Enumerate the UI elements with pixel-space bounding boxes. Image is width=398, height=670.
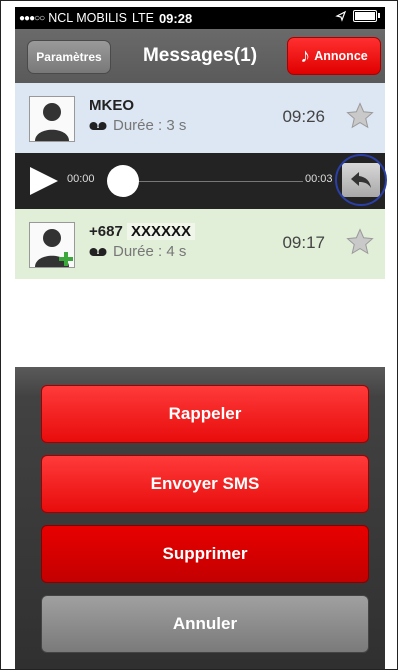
message-duration: Durée : 3 s [89, 117, 186, 134]
message-row-mkeo[interactable]: MKEO Durée : 3 s 09:26 [15, 83, 385, 154]
player-length: 00:03 [305, 173, 333, 185]
add-contact-icon [59, 252, 73, 266]
network-type: LTE [131, 11, 154, 25]
page-title: Messages(1) [142, 45, 258, 66]
player-progress-track[interactable] [115, 181, 303, 182]
carrier-name: NCL MOBILIS [48, 11, 127, 25]
status-time: 09:28 [158, 10, 193, 26]
delete-button[interactable]: Supprimer [41, 525, 369, 583]
message-contact-masked: XXXXXX [126, 223, 195, 240]
cancel-button[interactable]: Annuler [41, 595, 369, 653]
voicemail-icon [89, 247, 107, 256]
battery-icon [353, 10, 380, 22]
star-icon[interactable] [345, 227, 375, 257]
voicemail-icon [89, 121, 107, 130]
contact-silhouette-icon [29, 222, 75, 268]
announce-button[interactable]: ♪ Annonce [287, 37, 381, 75]
phone-screen: ●●●○○ NCL MOBILIS LTE 09:28 Paramètres M… [0, 0, 398, 670]
status-right-icons [335, 10, 380, 22]
message-contact-name: +687 XXXXXX [89, 223, 195, 240]
highlight-circle [335, 154, 387, 206]
player-position: 00:00 [67, 173, 95, 185]
message-contact-name: MKEO [89, 97, 134, 114]
signal-dots-icon: ●●●○○ [19, 12, 45, 24]
play-icon[interactable] [29, 166, 59, 196]
settings-button[interactable]: Paramètres [27, 40, 111, 74]
send-sms-button[interactable]: Envoyer SMS [41, 455, 369, 513]
message-contact-prefix: +687 [89, 223, 123, 240]
player-scrub-knob[interactable] [107, 165, 139, 197]
location-arrow-icon [335, 10, 347, 22]
message-duration: Durée : 4 s [89, 243, 186, 260]
navigation-bar: Paramètres Messages(1) ♪ Annonce [15, 29, 385, 83]
callback-button[interactable]: Rappeler [41, 385, 369, 443]
audio-player: 00:00 00:03 [15, 153, 387, 209]
message-time: 09:17 [282, 233, 325, 252]
contact-silhouette-icon [29, 96, 75, 142]
announce-button-label: Annonce [314, 49, 368, 63]
action-sheet: Rappeler Envoyer SMS Supprimer Annuler [15, 367, 385, 669]
status-bar: ●●●○○ NCL MOBILIS LTE 09:28 [15, 7, 385, 29]
message-duration-text: Durée : 3 s [113, 117, 187, 134]
message-row-unknown[interactable]: +687 XXXXXX Durée : 4 s 09:17 [15, 209, 385, 279]
music-note-icon: ♪ [300, 45, 311, 67]
message-time: 09:26 [282, 107, 325, 126]
message-duration-text: Durée : 4 s [113, 243, 187, 260]
star-icon[interactable] [345, 101, 375, 131]
